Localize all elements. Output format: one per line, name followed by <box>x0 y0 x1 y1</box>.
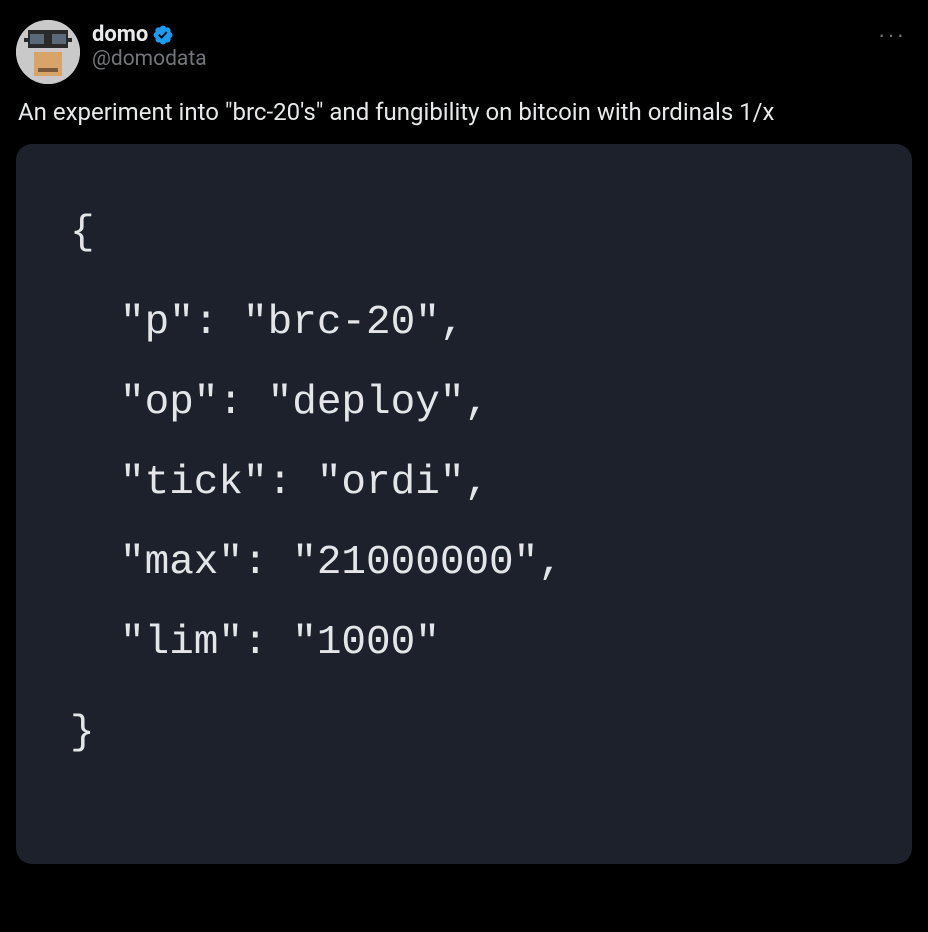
code-line-close: } <box>70 694 858 774</box>
tweet-container: ··· domo @domodata An exper <box>12 12 916 872</box>
tweet-text: An experiment into "brc-20's" and fungib… <box>16 96 912 128</box>
code-line: "tick": "ordi", <box>70 444 858 524</box>
display-name[interactable]: domo <box>92 22 148 47</box>
code-line: "op": "deploy", <box>70 364 858 444</box>
tweet-header: domo @domodata <box>16 20 912 84</box>
user-handle[interactable]: @domodata <box>92 47 207 71</box>
avatar[interactable] <box>16 20 80 84</box>
verified-badge-icon <box>152 24 174 46</box>
more-options-button[interactable]: ··· <box>878 22 906 48</box>
name-row: domo <box>92 22 207 47</box>
code-line: "p": "brc-20", <box>70 284 858 364</box>
code-line: "lim": "1000" <box>70 604 858 684</box>
user-info: domo @domodata <box>92 20 207 71</box>
code-line: "max": "21000000", <box>70 524 858 604</box>
code-line-open: { <box>70 194 858 274</box>
code-block: { "p": "brc-20", "op": "deploy", "tick":… <box>16 144 912 864</box>
